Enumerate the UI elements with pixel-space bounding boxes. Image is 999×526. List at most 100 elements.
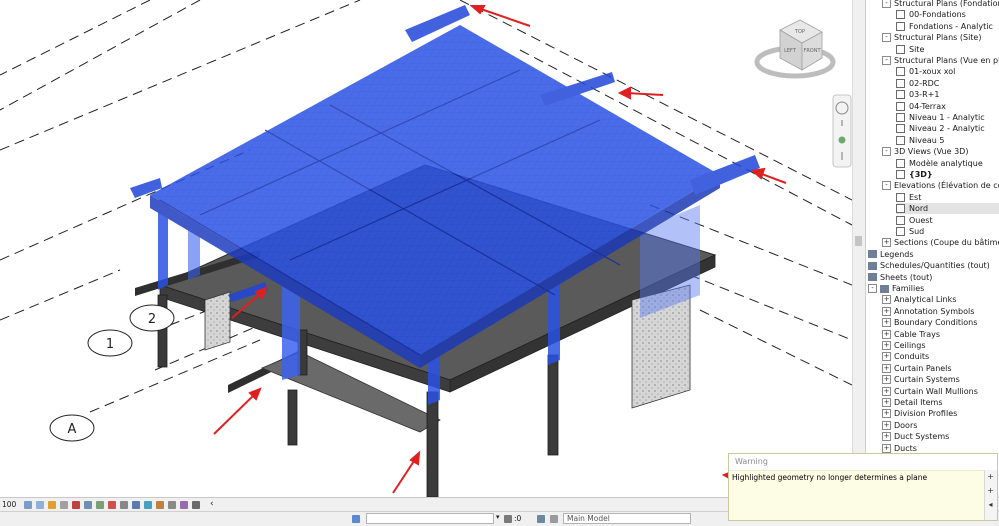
expand-icon[interactable]: + bbox=[882, 420, 891, 430]
browser-item[interactable]: - Structural Plans (Fondations) bbox=[882, 0, 999, 9]
arrow-icon bbox=[617, 86, 664, 100]
reveal-hidden-icon[interactable] bbox=[132, 501, 140, 509]
render-icon[interactable] bbox=[72, 501, 80, 509]
design-option-dropdown[interactable]: Main Model bbox=[563, 513, 691, 524]
browser-item[interactable]: 01-xoux xol bbox=[896, 66, 999, 77]
highlight-displacement-icon[interactable] bbox=[180, 501, 188, 509]
project-browser[interactable]: - Structural Plans (Fondations) 00-Fondati… bbox=[865, 0, 999, 497]
browser-item[interactable]: Est bbox=[896, 192, 999, 203]
lock-view-icon[interactable] bbox=[108, 501, 116, 509]
detail-level-icon[interactable] bbox=[24, 501, 32, 509]
viewcube[interactable]: TOP LEFT FRONT bbox=[754, 19, 836, 79]
browser-item[interactable]: -3D Views (Vue 3D) bbox=[882, 146, 999, 157]
browser-item[interactable]: Legends bbox=[868, 249, 999, 260]
browser-item[interactable]: 04-Terrax bbox=[896, 101, 999, 112]
browser-item[interactable]: Nord bbox=[896, 203, 999, 215]
expand-icon[interactable]: + bbox=[882, 329, 891, 339]
chevron-down-icon[interactable]: ▾ bbox=[496, 513, 500, 521]
warning-dialog[interactable]: Warning Highlighted geometry no longer d… bbox=[728, 453, 998, 521]
grid-bubble-1[interactable]: 1 bbox=[87, 329, 133, 357]
collapse-icon[interactable]: - bbox=[882, 33, 891, 43]
expand-icon[interactable]: + bbox=[882, 375, 891, 385]
scrollbar-thumb[interactable] bbox=[855, 236, 862, 246]
shadows-icon[interactable] bbox=[60, 501, 68, 509]
browser-item[interactable]: + Curtain Panels bbox=[882, 363, 999, 374]
next-warning-button[interactable]: + bbox=[986, 472, 995, 481]
expand-icon[interactable]: + bbox=[882, 352, 891, 362]
expand-icon[interactable]: + bbox=[882, 238, 891, 248]
scroll-left-icon[interactable]: ‹ bbox=[210, 499, 214, 509]
expand-icon[interactable]: + bbox=[882, 306, 891, 316]
browser-item[interactable]: + Conduits bbox=[882, 351, 999, 362]
browser-item[interactable]: 02-RDC bbox=[896, 78, 999, 89]
browser-item[interactable]: 03-R+1 bbox=[896, 89, 999, 100]
navigation-bar[interactable] bbox=[832, 94, 852, 168]
browser-item[interactable]: + Ceilings bbox=[882, 340, 999, 351]
browser-item[interactable]: Site bbox=[896, 44, 999, 55]
collapse-icon[interactable]: - bbox=[882, 147, 891, 157]
temporary-properties-icon[interactable] bbox=[144, 501, 152, 509]
expand-icon[interactable]: + bbox=[882, 432, 891, 442]
worksharing-icon[interactable] bbox=[156, 501, 164, 509]
sun-path-icon[interactable] bbox=[48, 501, 56, 509]
browser-item[interactable]: + Sections (Coupe du bâtimen bbox=[882, 237, 999, 248]
browser-item[interactable]: - Families bbox=[868, 283, 999, 294]
browser-item[interactable]: Fondations - Analytic bbox=[896, 21, 999, 32]
crop-region-icon[interactable] bbox=[96, 501, 104, 509]
collapse-icon[interactable]: - bbox=[882, 56, 891, 65]
editable-only-icon[interactable] bbox=[504, 515, 512, 523]
viewport-scrollbar[interactable] bbox=[852, 0, 865, 497]
expand-icon[interactable]: + bbox=[882, 341, 891, 350]
expand-icon[interactable]: + bbox=[882, 363, 891, 373]
visual-style-icon[interactable] bbox=[36, 501, 44, 509]
collapse-icon[interactable]: - bbox=[868, 284, 877, 293]
browser-item[interactable]: Niveau 2 - Analytic bbox=[896, 123, 999, 134]
browser-item[interactable]: Ouest bbox=[896, 215, 999, 226]
browser-item[interactable]: + Division Profiles bbox=[882, 408, 999, 419]
expand-icon[interactable]: + bbox=[882, 318, 891, 328]
crop-view-icon[interactable] bbox=[84, 501, 92, 509]
grid-bubble-a[interactable]: A bbox=[49, 414, 95, 442]
worksets-icon[interactable] bbox=[352, 515, 360, 523]
browser-item[interactable]: + Curtain Systems bbox=[882, 374, 999, 385]
browser-item[interactable]: - Elevations (Élévation de con bbox=[882, 180, 999, 191]
expand-icon[interactable]: + bbox=[882, 409, 891, 419]
design-options-icon[interactable] bbox=[537, 515, 545, 523]
grid-bubble-2[interactable]: 2 bbox=[129, 304, 175, 332]
analytical-model-icon[interactable] bbox=[168, 501, 176, 509]
scale-value[interactable]: 100 bbox=[2, 500, 16, 509]
browser-item[interactable]: + Ducts bbox=[882, 443, 999, 454]
browser-item[interactable]: Sud bbox=[896, 226, 999, 237]
3d-viewport[interactable]: A 1 2 TOP LEFT FRONT bbox=[0, 0, 852, 497]
previous-warning-button[interactable]: + bbox=[986, 486, 995, 495]
browser-item[interactable]: + Annotation Symbols bbox=[882, 306, 999, 317]
browser-item[interactable]: + Analytical Links bbox=[882, 294, 999, 305]
expand-icon[interactable]: + bbox=[882, 398, 891, 407]
collapse-icon[interactable]: - bbox=[882, 181, 891, 191]
browser-item[interactable]: Schedules/Quantities (tout) bbox=[868, 260, 999, 271]
hide-isolate-icon[interactable] bbox=[120, 501, 128, 509]
browser-item[interactable]: {3D} bbox=[896, 169, 999, 180]
expand-icon[interactable]: + bbox=[882, 295, 891, 305]
browser-item[interactable]: + Boundary Conditions bbox=[882, 317, 999, 328]
expand-icon[interactable]: + bbox=[882, 386, 891, 396]
browser-item[interactable]: + Duct Systems bbox=[882, 431, 999, 442]
browser-item[interactable]: Niveau 5 bbox=[896, 135, 999, 146]
browser-item[interactable]: + Doors bbox=[882, 420, 999, 431]
browser-item[interactable]: Niveau 1 - Analytic bbox=[896, 112, 999, 123]
collapse-icon[interactable]: - bbox=[882, 0, 891, 8]
exclude-options-icon[interactable] bbox=[550, 515, 558, 523]
browser-item[interactable]: + Detail Items bbox=[882, 397, 999, 408]
browser-item[interactable]: 00-Fondations bbox=[896, 9, 999, 20]
browser-item[interactable]: Modèle analytique bbox=[896, 158, 999, 169]
expand-icon[interactable]: + bbox=[882, 443, 891, 453]
model-view[interactable]: A 1 2 TOP LEFT FRONT bbox=[0, 0, 852, 497]
browser-item[interactable]: + Cable Trays bbox=[882, 329, 999, 340]
browser-item[interactable]: -Structural Plans (Vue en plan) bbox=[882, 55, 999, 66]
expand-warning-button[interactable]: ◂ bbox=[986, 500, 995, 509]
browser-item[interactable]: - Structural Plans (Site) bbox=[882, 32, 999, 43]
workset-dropdown[interactable] bbox=[366, 513, 494, 524]
browser-item[interactable]: + Curtain Wall Mullions bbox=[882, 386, 999, 397]
constraints-icon[interactable] bbox=[192, 501, 200, 509]
browser-item[interactable]: Sheets (tout) bbox=[868, 272, 999, 283]
